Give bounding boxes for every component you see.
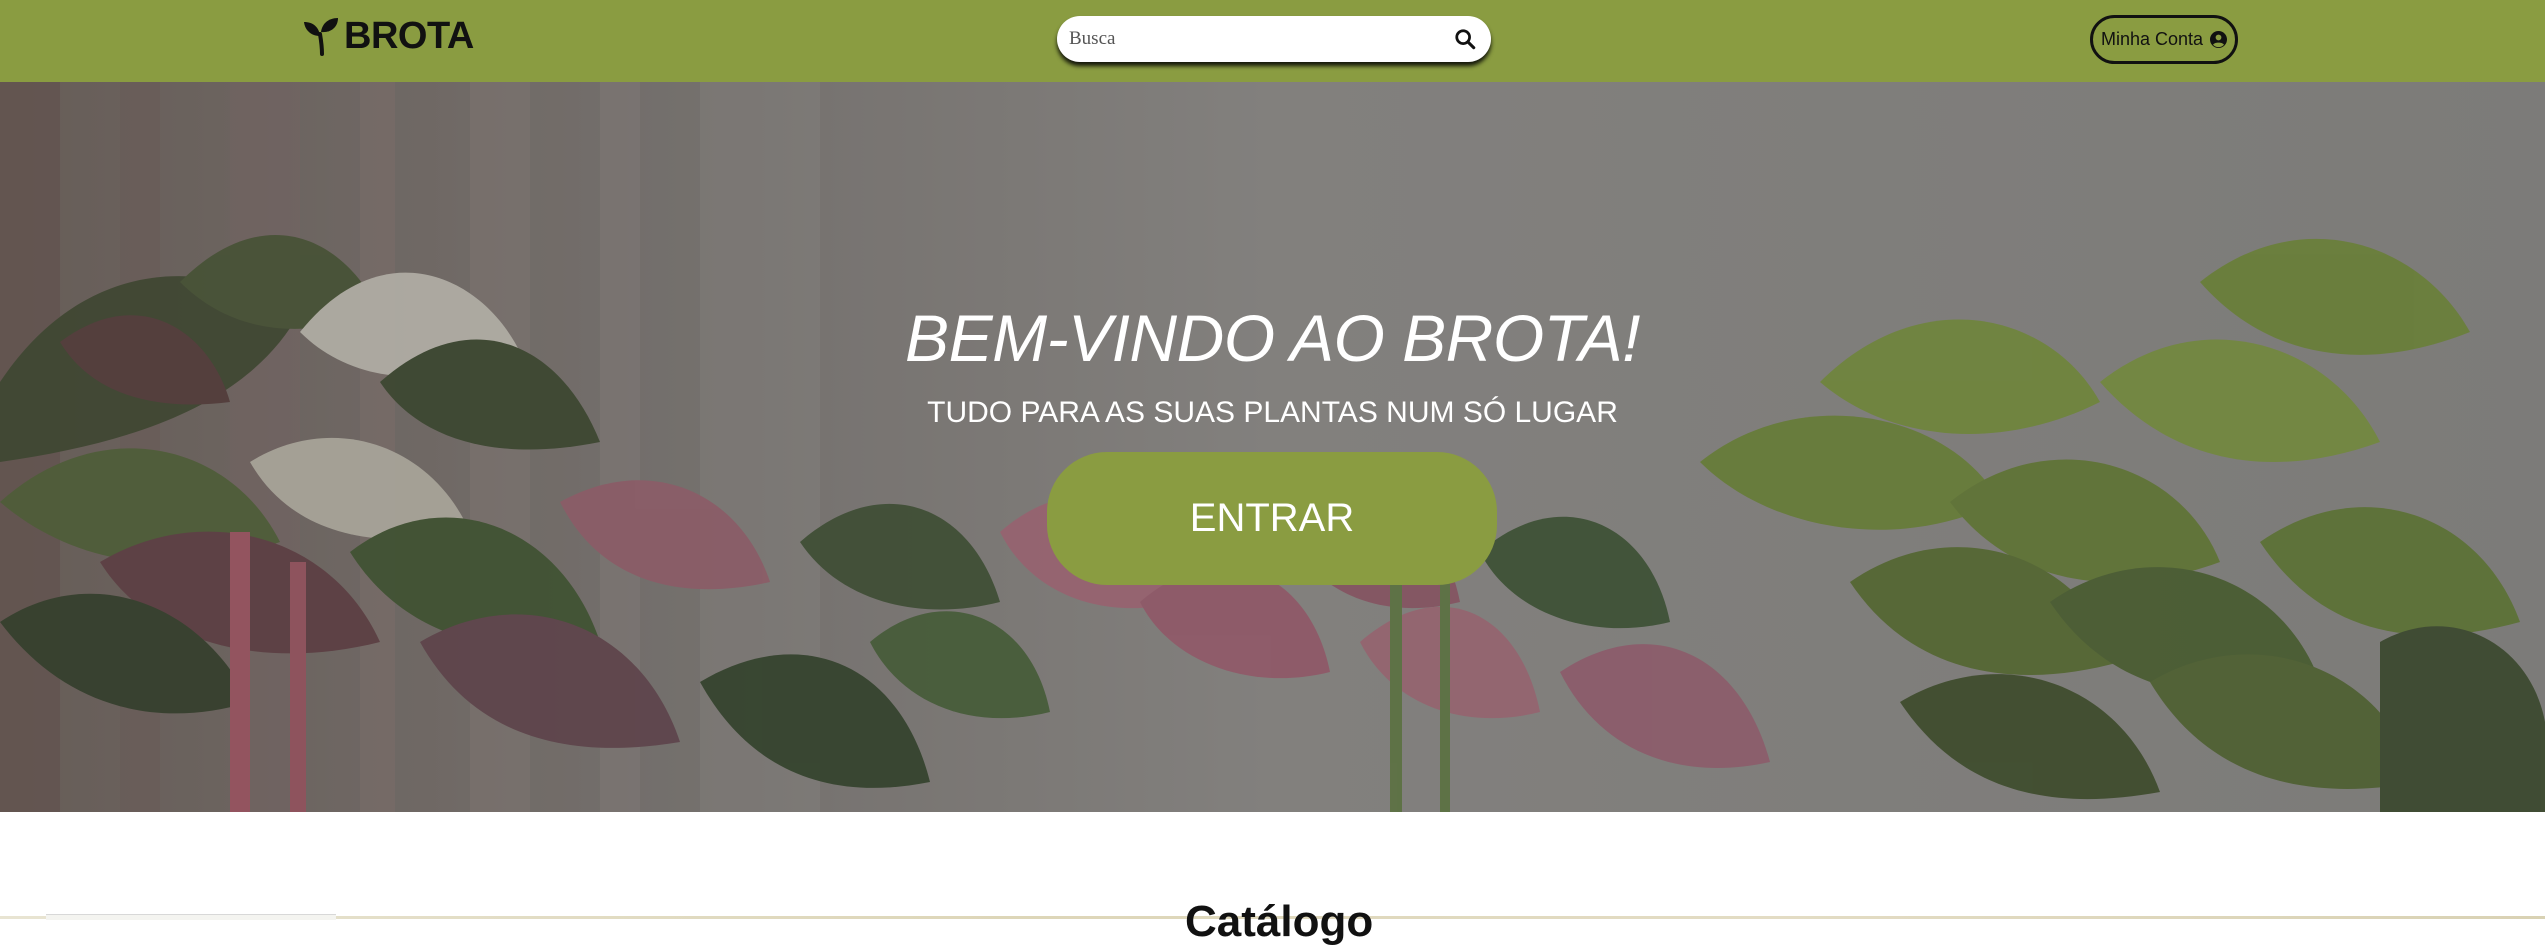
search-bar [1057, 16, 1491, 62]
top-navbar: BROTA Minha Conta [0, 0, 2545, 82]
catalog-heading: Catálogo [1185, 897, 1374, 946]
search-icon [1455, 29, 1476, 50]
hero-subtitle: TUDO PARA AS SUAS PLANTAS NUM SÓ LUGAR [927, 396, 1618, 429]
hero-title: BEM-VINDO AO BROTA! [905, 301, 1640, 375]
search-input[interactable] [1057, 16, 1443, 62]
hero-banner: BEM-VINDO AO BROTA! TUDO PARA AS SUAS PL… [0, 82, 2545, 812]
account-button[interactable]: Minha Conta [2090, 15, 2238, 64]
search-button[interactable] [1443, 17, 1487, 61]
brota-logo[interactable]: BROTA [302, 14, 474, 58]
sprout-icon [304, 18, 338, 56]
product-card[interactable] [46, 914, 336, 920]
enter-button[interactable]: ENTRAR [1047, 452, 1497, 585]
user-circle-icon [2210, 31, 2228, 48]
logo-text: BROTA [344, 15, 474, 57]
account-label: Minha Conta [2100, 29, 2204, 49]
hero-overlay [0, 82, 2545, 812]
